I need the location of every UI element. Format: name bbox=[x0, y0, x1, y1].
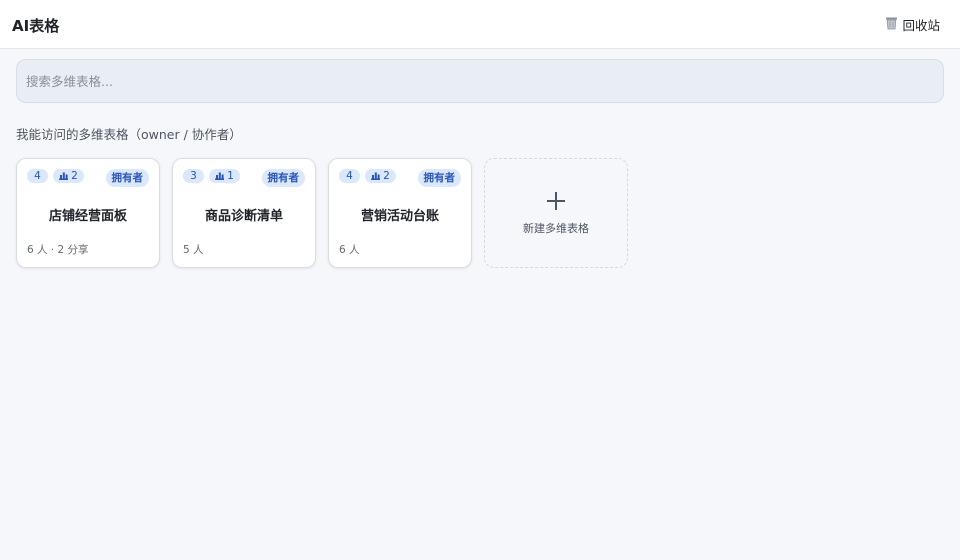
chart-icon bbox=[215, 172, 225, 180]
table-card[interactable]: 3 1 拥有者 商品诊断清单 5 人 bbox=[172, 158, 316, 268]
new-table-label: 新建多维表格 bbox=[523, 222, 589, 235]
card-title: 店铺经营面板 bbox=[48, 209, 127, 224]
new-table-button[interactable]: 新建多维表格 bbox=[484, 158, 628, 268]
chart-icon bbox=[371, 172, 381, 180]
table-count: 1 bbox=[227, 170, 234, 182]
table-card[interactable]: 4 2 拥有者 店铺经营面板 6 人 · 2 分享 bbox=[16, 158, 160, 268]
owner-badge: 拥有者 bbox=[261, 169, 305, 187]
trash-icon bbox=[885, 16, 898, 33]
card-title: 商品诊断清单 bbox=[204, 209, 283, 224]
section-label: 我能访问的多维表格（owner / 协作者） bbox=[16, 127, 242, 142]
top-bar: AI表格 回收站 bbox=[0, 0, 960, 49]
table-count: 2 bbox=[71, 170, 78, 182]
table-count-pill: 2 bbox=[53, 169, 84, 183]
owner-badge: 拥有者 bbox=[417, 169, 461, 187]
chart-icon bbox=[59, 172, 69, 180]
search-box bbox=[16, 59, 944, 103]
table-card-list: 4 2 拥有者 店铺经营面板 6 人 · 2 分享 3 1 拥有者 商品诊断清单… bbox=[16, 158, 628, 268]
member-count-pill: 4 bbox=[27, 169, 48, 183]
card-meta: 5 人 bbox=[183, 244, 204, 256]
card-meta: 6 人 · 2 分享 bbox=[27, 244, 89, 256]
plus-icon bbox=[547, 192, 565, 210]
app-title: AI表格 bbox=[12, 17, 60, 35]
trash-button[interactable]: 回收站 bbox=[885, 15, 940, 34]
member-count-pill: 3 bbox=[183, 169, 204, 183]
table-count-pill: 2 bbox=[365, 169, 396, 183]
member-count-pill: 4 bbox=[339, 169, 360, 183]
table-count: 2 bbox=[383, 170, 390, 182]
card-title: 营销活动台账 bbox=[360, 209, 439, 224]
search-input[interactable] bbox=[17, 60, 943, 102]
owner-badge: 拥有者 bbox=[105, 169, 149, 187]
trash-label: 回收站 bbox=[902, 18, 940, 33]
table-count-pill: 1 bbox=[209, 169, 240, 183]
card-meta: 6 人 bbox=[339, 244, 360, 256]
table-card[interactable]: 4 2 拥有者 营销活动台账 6 人 bbox=[328, 158, 472, 268]
